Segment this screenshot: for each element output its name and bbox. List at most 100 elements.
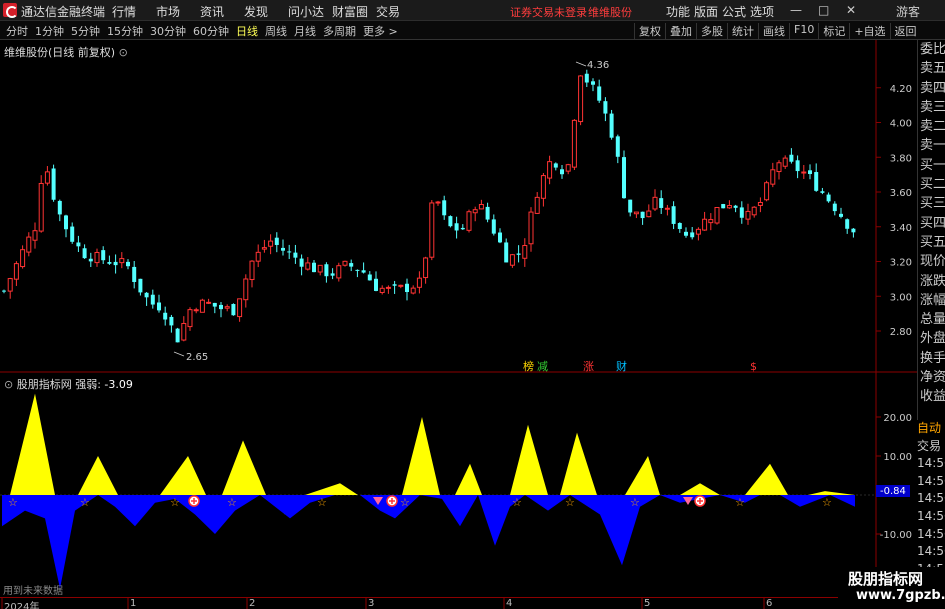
- event-mark-rank[interactable]: 榜: [523, 359, 534, 373]
- candle-body: [342, 260, 348, 266]
- signal-runner-icon[interactable]: ☆: [80, 496, 90, 509]
- trade-label[interactable]: 交易: [917, 438, 945, 456]
- candle-body: [820, 191, 825, 193]
- candle-body: [107, 262, 112, 264]
- tool-button-7[interactable]: +自选: [849, 23, 889, 39]
- candle-body: [94, 251, 100, 264]
- candle-body: [454, 223, 459, 231]
- candle-body: [726, 205, 732, 209]
- candle-body: [578, 75, 584, 123]
- period-tab-5[interactable]: 60分钟: [193, 23, 229, 39]
- side-item-17[interactable]: 净资: [918, 368, 945, 387]
- event-mark-reduce[interactable]: 减: [537, 360, 548, 373]
- tool-button-6[interactable]: 标记: [818, 23, 849, 39]
- period-tab-1[interactable]: 1分钟: [35, 23, 64, 39]
- menu-item-options[interactable]: 选项: [750, 3, 778, 20]
- event-mark-finance[interactable]: 财: [616, 359, 627, 373]
- period-tab-4[interactable]: 30分钟: [150, 23, 186, 39]
- menu-item-layout[interactable]: 版面: [694, 3, 722, 20]
- menu-item-ask[interactable]: 问小达: [288, 3, 332, 20]
- period-tab-6[interactable]: 日线: [236, 23, 258, 39]
- side-item-0[interactable]: 委比: [918, 40, 945, 59]
- signal-runner-icon[interactable]: ☆: [630, 496, 640, 509]
- side-item-11[interactable]: 现价: [918, 252, 945, 271]
- candle-body: [448, 216, 453, 227]
- signal-runner-icon[interactable]: ☆: [565, 496, 575, 509]
- signal-runner-icon[interactable]: ☆: [512, 496, 522, 509]
- period-tab-10[interactable]: 更多 >: [363, 23, 398, 39]
- side-item-5[interactable]: 卖一: [918, 136, 945, 155]
- tool-button-8[interactable]: 返回: [889, 23, 921, 39]
- candle-body: [317, 264, 323, 273]
- candle-body: [789, 154, 794, 162]
- side-item-10[interactable]: 买五: [918, 233, 945, 252]
- indicator-name[interactable]: 股朋指标网: [17, 378, 72, 391]
- trade-time: 14:56: [917, 526, 945, 541]
- event-mark-dollar[interactable]: $: [750, 360, 757, 373]
- event-mark-rise[interactable]: 涨: [583, 360, 594, 373]
- indicator-collapse-icon[interactable]: ⊙: [4, 378, 13, 391]
- period-tab-7[interactable]: 周线: [265, 23, 287, 39]
- menu-item-function[interactable]: 功能: [666, 3, 694, 20]
- menu-item-news[interactable]: 资讯: [200, 3, 244, 20]
- auto-label[interactable]: 自动: [917, 420, 945, 438]
- side-item-15[interactable]: 外盘: [918, 329, 945, 348]
- side-item-1[interactable]: 卖五: [918, 59, 945, 78]
- menu-item-quotes[interactable]: 行情: [112, 3, 156, 20]
- signal-runner-icon[interactable]: ☆: [170, 496, 180, 509]
- side-item-9[interactable]: 买四: [918, 214, 945, 233]
- side-item-7[interactable]: 买二: [918, 175, 945, 194]
- side-item-12[interactable]: 涨跌: [918, 272, 945, 291]
- menu-item-discover[interactable]: 发现: [244, 3, 288, 20]
- period-tab-2[interactable]: 5分钟: [71, 23, 100, 39]
- side-item-4[interactable]: 卖二: [918, 117, 945, 136]
- stock-title: 维维股份(日线 前复权) ⊙: [4, 44, 128, 60]
- tool-button-1[interactable]: 叠加: [665, 23, 696, 39]
- signal-runner-icon[interactable]: ☆: [8, 496, 18, 509]
- side-item-18[interactable]: 收益: [918, 387, 945, 406]
- close-button[interactable]: ✕: [846, 3, 856, 17]
- minimize-button[interactable]: —: [790, 3, 802, 17]
- signal-runner-icon[interactable]: ☆: [317, 496, 327, 509]
- candle-body: [528, 211, 534, 245]
- side-item-13[interactable]: 涨幅: [918, 291, 945, 310]
- signal-runner-icon[interactable]: ☆: [227, 496, 237, 509]
- signal-runner-icon[interactable]: ☆: [400, 496, 410, 509]
- tool-button-5[interactable]: F10: [789, 23, 818, 39]
- trade-login-link[interactable]: 证券交易未登录: [510, 4, 587, 20]
- period-tab-8[interactable]: 月线: [294, 23, 316, 39]
- candle-body: [70, 226, 75, 242]
- menu-item-formula[interactable]: 公式: [722, 3, 750, 20]
- menu-item-trade[interactable]: 交易: [376, 3, 420, 20]
- tool-button-4[interactable]: 画线: [758, 23, 789, 39]
- price-tick-label: 3.60: [890, 188, 912, 199]
- side-item-14[interactable]: 总量: [918, 310, 945, 329]
- stock-name-link[interactable]: 维维股份: [588, 4, 632, 20]
- menu-item-market[interactable]: 市场: [156, 3, 200, 20]
- signal-runner-icon[interactable]: ☆: [735, 496, 745, 509]
- side-item-16[interactable]: 换手: [918, 349, 945, 368]
- candle-body: [633, 211, 639, 215]
- tool-button-3[interactable]: 统计: [727, 23, 758, 39]
- side-item-3[interactable]: 卖三: [918, 98, 945, 117]
- candle-body: [782, 157, 788, 167]
- kline-chart[interactable]: 4.20 4.00 3.80 3.60 3.40 3.20 3.00 2.80 4.36 2.…: [0, 40, 945, 609]
- period-tab-3[interactable]: 15分钟: [107, 23, 143, 39]
- indicator-tick-label: -10.00: [880, 530, 912, 541]
- tool-button-2[interactable]: 多股: [696, 23, 727, 39]
- side-item-2[interactable]: 卖四: [918, 79, 945, 98]
- collapse-icon[interactable]: ⊙: [119, 46, 128, 59]
- candle-body: [361, 270, 366, 273]
- tool-button-0[interactable]: 复权: [634, 23, 665, 39]
- maximize-button[interactable]: □: [818, 3, 829, 17]
- candle-body: [274, 237, 279, 245]
- side-item-8[interactable]: 买三: [918, 194, 945, 213]
- period-tab-9[interactable]: 多周期: [323, 23, 356, 39]
- date-label: 1: [130, 598, 137, 609]
- price-tick-label: 3.00: [890, 292, 912, 303]
- guest-label[interactable]: 游客: [896, 3, 920, 20]
- side-item-6[interactable]: 买一: [918, 156, 945, 175]
- period-tab-0[interactable]: 分时: [6, 23, 28, 39]
- menu-item-wealth[interactable]: 财富圈: [332, 3, 376, 20]
- signal-runner-icon[interactable]: ☆: [822, 496, 832, 509]
